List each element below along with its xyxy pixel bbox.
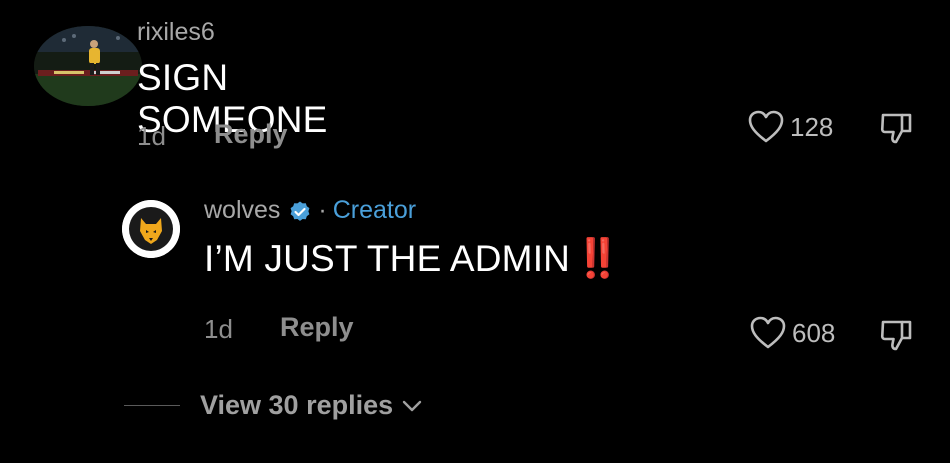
comment-text-row: I’M JUST THE ADMIN ‼️ [204, 237, 622, 281]
comment-username[interactable]: wolves [204, 196, 280, 225]
separator-dot: · [318, 196, 327, 224]
avatar[interactable] [122, 200, 180, 258]
view-replies-label: View 30 replies [200, 390, 394, 420]
like-count: 128 [790, 111, 834, 142]
divider-line [124, 405, 180, 406]
comment-text: I’M JUST THE ADMIN [204, 238, 571, 279]
comment-username[interactable]: rixiles6 [137, 18, 215, 47]
creator-badge: Creator [332, 196, 417, 224]
heart-outline-icon [750, 316, 786, 349]
view-replies-button[interactable]: View 30 replies [124, 390, 423, 421]
verified-badge-icon [291, 201, 310, 221]
dislike-button[interactable] [880, 111, 914, 150]
wolves-logo-avatar [122, 200, 180, 258]
thumbs-down-icon [880, 320, 912, 351]
reply-button[interactable]: Reply [280, 312, 354, 343]
avatar[interactable] [26, 26, 144, 106]
chevron-down-icon [402, 400, 422, 411]
comment-age: 1d [204, 314, 233, 344]
like-count: 608 [792, 317, 836, 348]
like-button[interactable]: 608 [750, 316, 835, 350]
double-exclamation-emoji: ‼️ [574, 238, 622, 280]
comment-header: wolves · Creator [204, 196, 416, 225]
dislike-button[interactable] [880, 318, 914, 357]
like-button[interactable]: 128 [748, 110, 833, 144]
thumbs-down-icon [880, 113, 912, 144]
reply-button[interactable]: Reply [214, 119, 288, 150]
comment-age: 1d [137, 121, 166, 151]
heart-outline-icon [748, 110, 784, 143]
player-photo-avatar [34, 26, 142, 106]
